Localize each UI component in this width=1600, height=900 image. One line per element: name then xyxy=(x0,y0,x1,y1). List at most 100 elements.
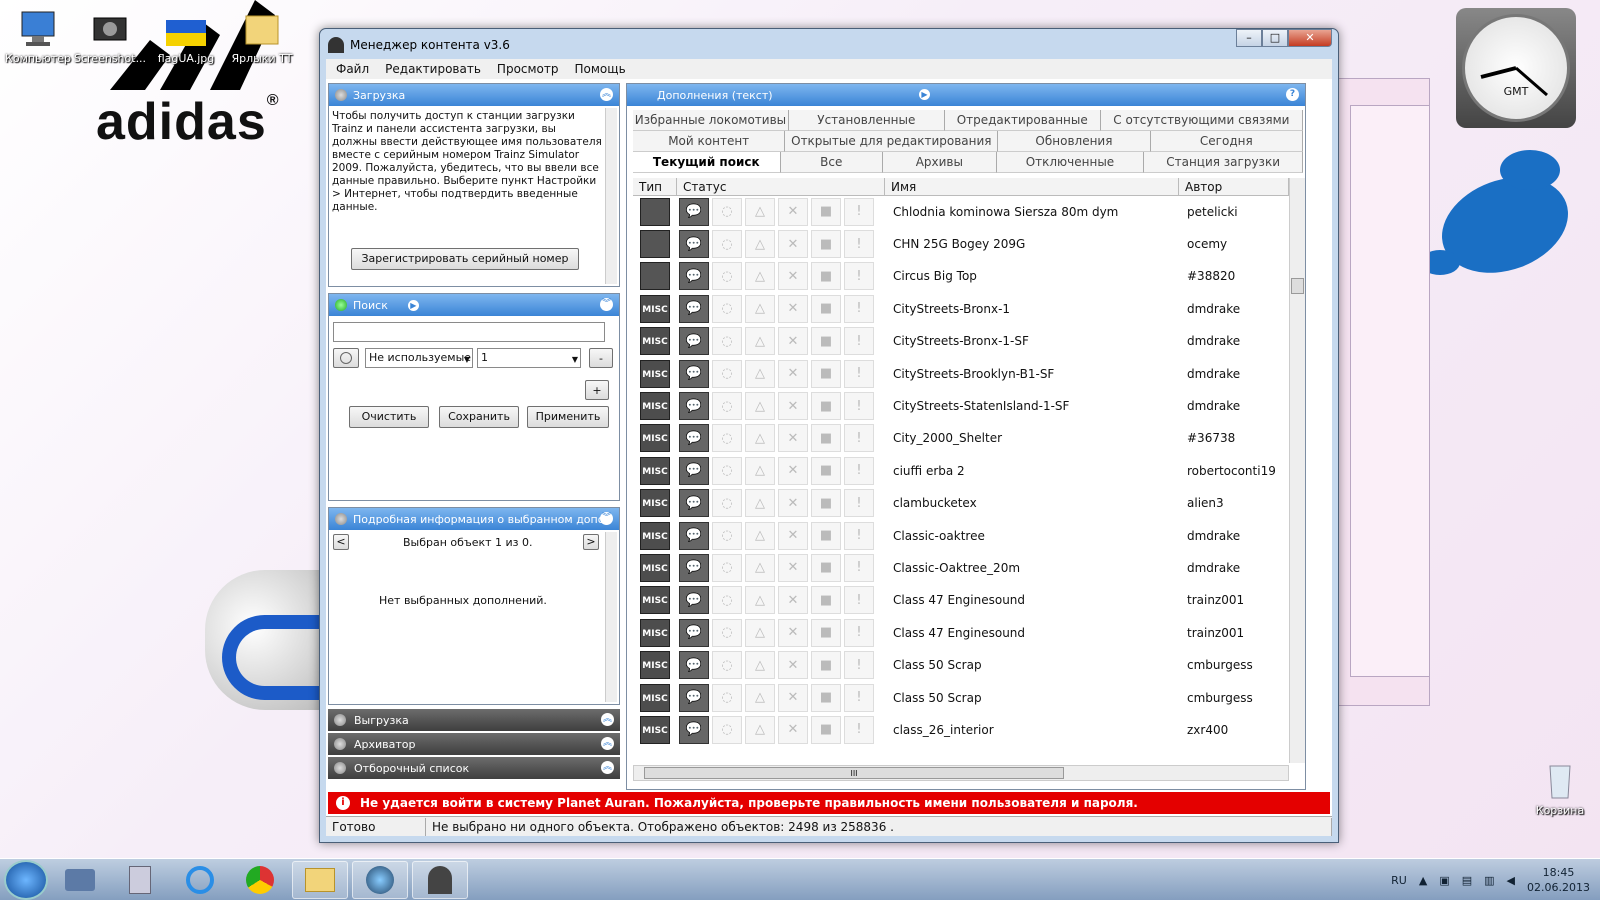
scroll-thumb[interactable] xyxy=(1291,278,1304,294)
triangle-icon[interactable]: △ xyxy=(745,262,775,291)
zzz-icon[interactable]: 💬 xyxy=(679,327,709,356)
circle-icon[interactable]: ◌ xyxy=(712,359,742,388)
table-row[interactable]: MISC 💬 ◌ △ ✕ ■! class_26_interior zxr400 xyxy=(633,714,1293,747)
menu-file[interactable]: Файл xyxy=(330,62,375,76)
zzz-icon[interactable]: 💬 xyxy=(679,521,709,550)
download-panel-header[interactable]: Загрузка ︽ xyxy=(329,84,619,106)
square-icon[interactable]: ■ xyxy=(811,392,841,421)
circle-icon[interactable]: ◌ xyxy=(712,715,742,744)
triangle-icon[interactable]: △ xyxy=(745,586,775,615)
desktop-icon-screenshot[interactable]: Screenshot... xyxy=(74,8,146,65)
triangle-icon[interactable]: △ xyxy=(745,197,775,226)
table-row[interactable]: 💬 ◌ △ ✕ ■! CHN 25G Bogey 209G ocemy xyxy=(633,228,1293,261)
start-button[interactable] xyxy=(4,859,48,900)
collapse-icon[interactable]: ︽ xyxy=(600,88,613,101)
triangle-icon[interactable]: △ xyxy=(745,424,775,453)
exclamation-icon[interactable]: ! xyxy=(844,197,874,226)
hscroll-thumb[interactable]: III xyxy=(644,767,1064,779)
tools-icon[interactable]: ✕ xyxy=(778,197,808,226)
devices-icon[interactable]: ▤ xyxy=(1462,874,1472,887)
tab-today[interactable]: Сегодня xyxy=(1150,131,1303,152)
tools-icon[interactable]: ✕ xyxy=(778,392,808,421)
triangle-icon[interactable]: △ xyxy=(745,359,775,388)
exclamation-icon[interactable]: ! xyxy=(844,586,874,615)
square-icon[interactable]: ■ xyxy=(811,359,841,388)
clear-button[interactable]: Очистить xyxy=(349,406,429,428)
tab-updates[interactable]: Обновления xyxy=(998,131,1151,152)
exclamation-icon[interactable]: ! xyxy=(844,521,874,550)
table-row[interactable]: MISC 💬 ◌ △ ✕ ■! Classic-Oaktree_20m dmdrake xyxy=(633,552,1293,585)
circle-icon[interactable]: ◌ xyxy=(712,327,742,356)
table-vscrollbar[interactable] xyxy=(1289,178,1305,763)
col-name[interactable]: Имя xyxy=(885,178,1179,195)
content-panel-header[interactable]: Дополнения (текст) ▶ ? xyxy=(627,84,1305,106)
exclamation-icon[interactable]: ! xyxy=(844,489,874,518)
square-icon[interactable]: ■ xyxy=(811,521,841,550)
table-row[interactable]: MISC 💬 ◌ △ ✕ ■! CityStreets-StatenIsland-1-SF d… xyxy=(633,390,1293,423)
exclamation-icon[interactable]: ! xyxy=(844,327,874,356)
circle-icon[interactable]: ◌ xyxy=(712,230,742,259)
triangle-icon[interactable]: △ xyxy=(745,553,775,582)
triangle-icon[interactable]: △ xyxy=(745,618,775,647)
filter-toggle-button[interactable] xyxy=(333,348,359,368)
table-row[interactable]: MISC 💬 ◌ △ ✕ ■! Classic-oaktree dmdrake xyxy=(633,520,1293,553)
square-icon[interactable]: ■ xyxy=(811,553,841,582)
square-icon[interactable]: ■ xyxy=(811,262,841,291)
circle-icon[interactable]: ◌ xyxy=(712,618,742,647)
picklist-panel-header[interactable]: Отборочный список ︽ xyxy=(328,757,620,779)
circle-icon[interactable]: ◌ xyxy=(712,553,742,582)
col-type[interactable]: Тип xyxy=(633,178,677,195)
battery-icon[interactable]: ▥ xyxy=(1484,874,1494,887)
exclamation-icon[interactable]: ! xyxy=(844,456,874,485)
exclamation-icon[interactable]: ! xyxy=(844,359,874,388)
tab-disabled[interactable]: Отключенные xyxy=(996,152,1145,173)
expand-icon[interactable]: ︽ xyxy=(601,737,614,750)
triangle-icon[interactable]: △ xyxy=(745,489,775,518)
table-row[interactable]: MISC 💬 ◌ △ ✕ ■! Class 50 Scrap cmburgess xyxy=(633,649,1293,682)
upload-panel-header[interactable]: Выгрузка ︽ xyxy=(328,709,620,731)
triangle-icon[interactable]: △ xyxy=(745,327,775,356)
collapse-icon[interactable]: ︾ xyxy=(600,298,613,311)
table-row[interactable]: MISC 💬 ◌ △ ✕ ■! City_2000_Shelter #36738 xyxy=(633,422,1293,456)
table-row[interactable]: MISC 💬 ◌ △ ✕ ■! Class 47 Enginesound trainz001 xyxy=(633,617,1293,650)
zzz-icon[interactable]: 💬 xyxy=(679,683,709,712)
tools-icon[interactable]: ✕ xyxy=(778,586,808,615)
tab-installed[interactable]: Установленные xyxy=(788,110,945,131)
square-icon[interactable]: ■ xyxy=(811,715,841,744)
desktop-icon-flag[interactable]: flagUA.jpg xyxy=(150,8,222,65)
exclamation-icon[interactable]: ! xyxy=(844,651,874,680)
prev-button[interactable]: < xyxy=(333,534,349,550)
tab-download-station[interactable]: Станция загрузки xyxy=(1144,152,1304,173)
taskbar-explorer[interactable] xyxy=(292,860,348,899)
table-row[interactable]: MISC 💬 ◌ △ ✕ ■! Class 47 Enginesound trainz001 xyxy=(633,585,1293,618)
table-row[interactable]: MISC 💬 ◌ △ ✕ ■! ciuffi erba 2 robertoconti19 xyxy=(633,455,1293,488)
circle-icon[interactable]: ◌ xyxy=(712,424,742,453)
col-status[interactable]: Статус xyxy=(677,178,885,195)
zzz-icon[interactable]: 💬 xyxy=(679,197,709,226)
zzz-icon[interactable]: 💬 xyxy=(679,359,709,388)
circle-icon[interactable]: ◌ xyxy=(712,262,742,291)
collapse-icon[interactable]: ︾ xyxy=(600,512,613,525)
triangle-icon[interactable]: △ xyxy=(745,651,775,680)
tools-icon[interactable]: ✕ xyxy=(778,553,808,582)
exclamation-icon[interactable]: ! xyxy=(844,683,874,712)
tab-archives[interactable]: Архивы xyxy=(882,152,997,173)
exclamation-icon[interactable]: ! xyxy=(844,424,874,453)
triangle-icon[interactable]: △ xyxy=(745,521,775,550)
tools-icon[interactable]: ✕ xyxy=(778,294,808,323)
download-scrollbar[interactable] xyxy=(605,108,617,284)
expand-arrow-icon[interactable]: ▶ xyxy=(407,299,419,311)
tab-my-content[interactable]: Мой контент xyxy=(633,131,786,152)
taskbar-trainz[interactable] xyxy=(352,860,408,899)
register-serial-button[interactable]: Зарегистрировать серийный номер xyxy=(351,248,579,270)
save-button[interactable]: Сохранить xyxy=(439,406,519,428)
table-hscrollbar[interactable]: III xyxy=(633,765,1289,781)
background-window[interactable] xyxy=(1350,105,1430,677)
expand-arrow-icon[interactable]: ▶ xyxy=(919,89,930,100)
archiver-panel-header[interactable]: Архиватор ︽ xyxy=(328,733,620,755)
zzz-icon[interactable]: 💬 xyxy=(679,586,709,615)
apply-button[interactable]: Применить xyxy=(527,406,609,428)
zzz-icon[interactable]: 💬 xyxy=(679,294,709,323)
zzz-icon[interactable]: 💬 xyxy=(679,715,709,744)
minimize-button[interactable]: – xyxy=(1236,29,1262,47)
